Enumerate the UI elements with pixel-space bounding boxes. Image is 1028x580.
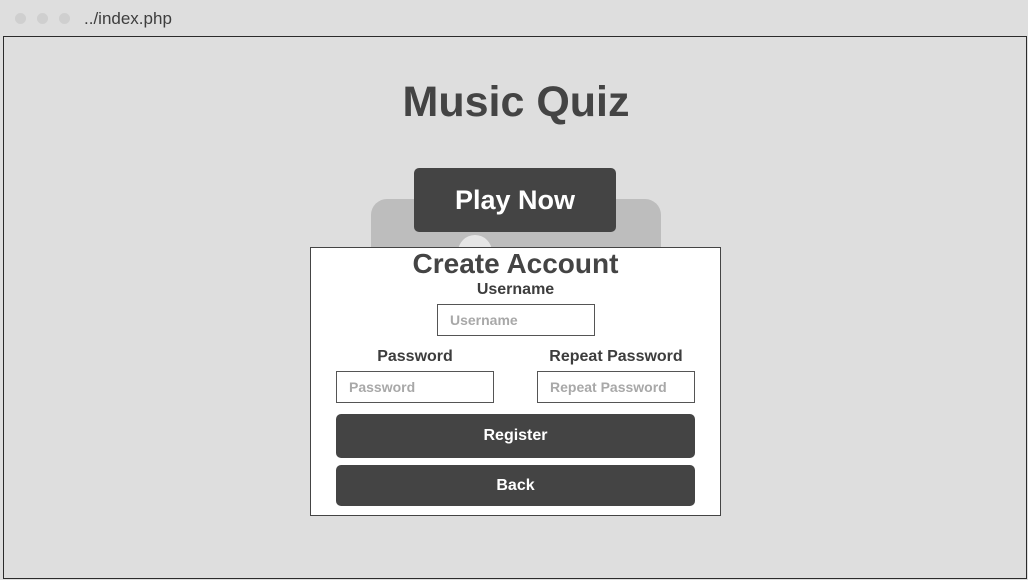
page-viewport: Music Quiz Play Now Create Account Usern… bbox=[3, 36, 1027, 579]
page-title: Music Quiz bbox=[402, 78, 630, 126]
window-close-dot-icon[interactable] bbox=[15, 13, 26, 24]
dialog-title: Create Account bbox=[412, 248, 619, 279]
play-now-button[interactable]: Play Now bbox=[414, 168, 616, 232]
browser-titlebar: ../index.php bbox=[0, 0, 1028, 36]
window-minimize-dot-icon[interactable] bbox=[37, 13, 48, 24]
password-input[interactable] bbox=[336, 371, 494, 403]
repeat-password-input[interactable] bbox=[537, 371, 695, 403]
back-button[interactable]: Back bbox=[336, 465, 695, 506]
register-button[interactable]: Register bbox=[336, 414, 695, 458]
username-label: Username bbox=[476, 281, 555, 298]
create-account-dialog: Create Account Username Password Repeat … bbox=[310, 247, 721, 516]
window-maximize-dot-icon[interactable] bbox=[59, 13, 70, 24]
repeat-password-label: Repeat Password bbox=[549, 348, 683, 365]
browser-window: ../index.php Music Quiz Play Now Create … bbox=[0, 0, 1028, 580]
password-label: Password bbox=[377, 348, 453, 365]
username-input[interactable] bbox=[437, 304, 595, 336]
address-url[interactable]: ../index.php bbox=[84, 9, 172, 29]
